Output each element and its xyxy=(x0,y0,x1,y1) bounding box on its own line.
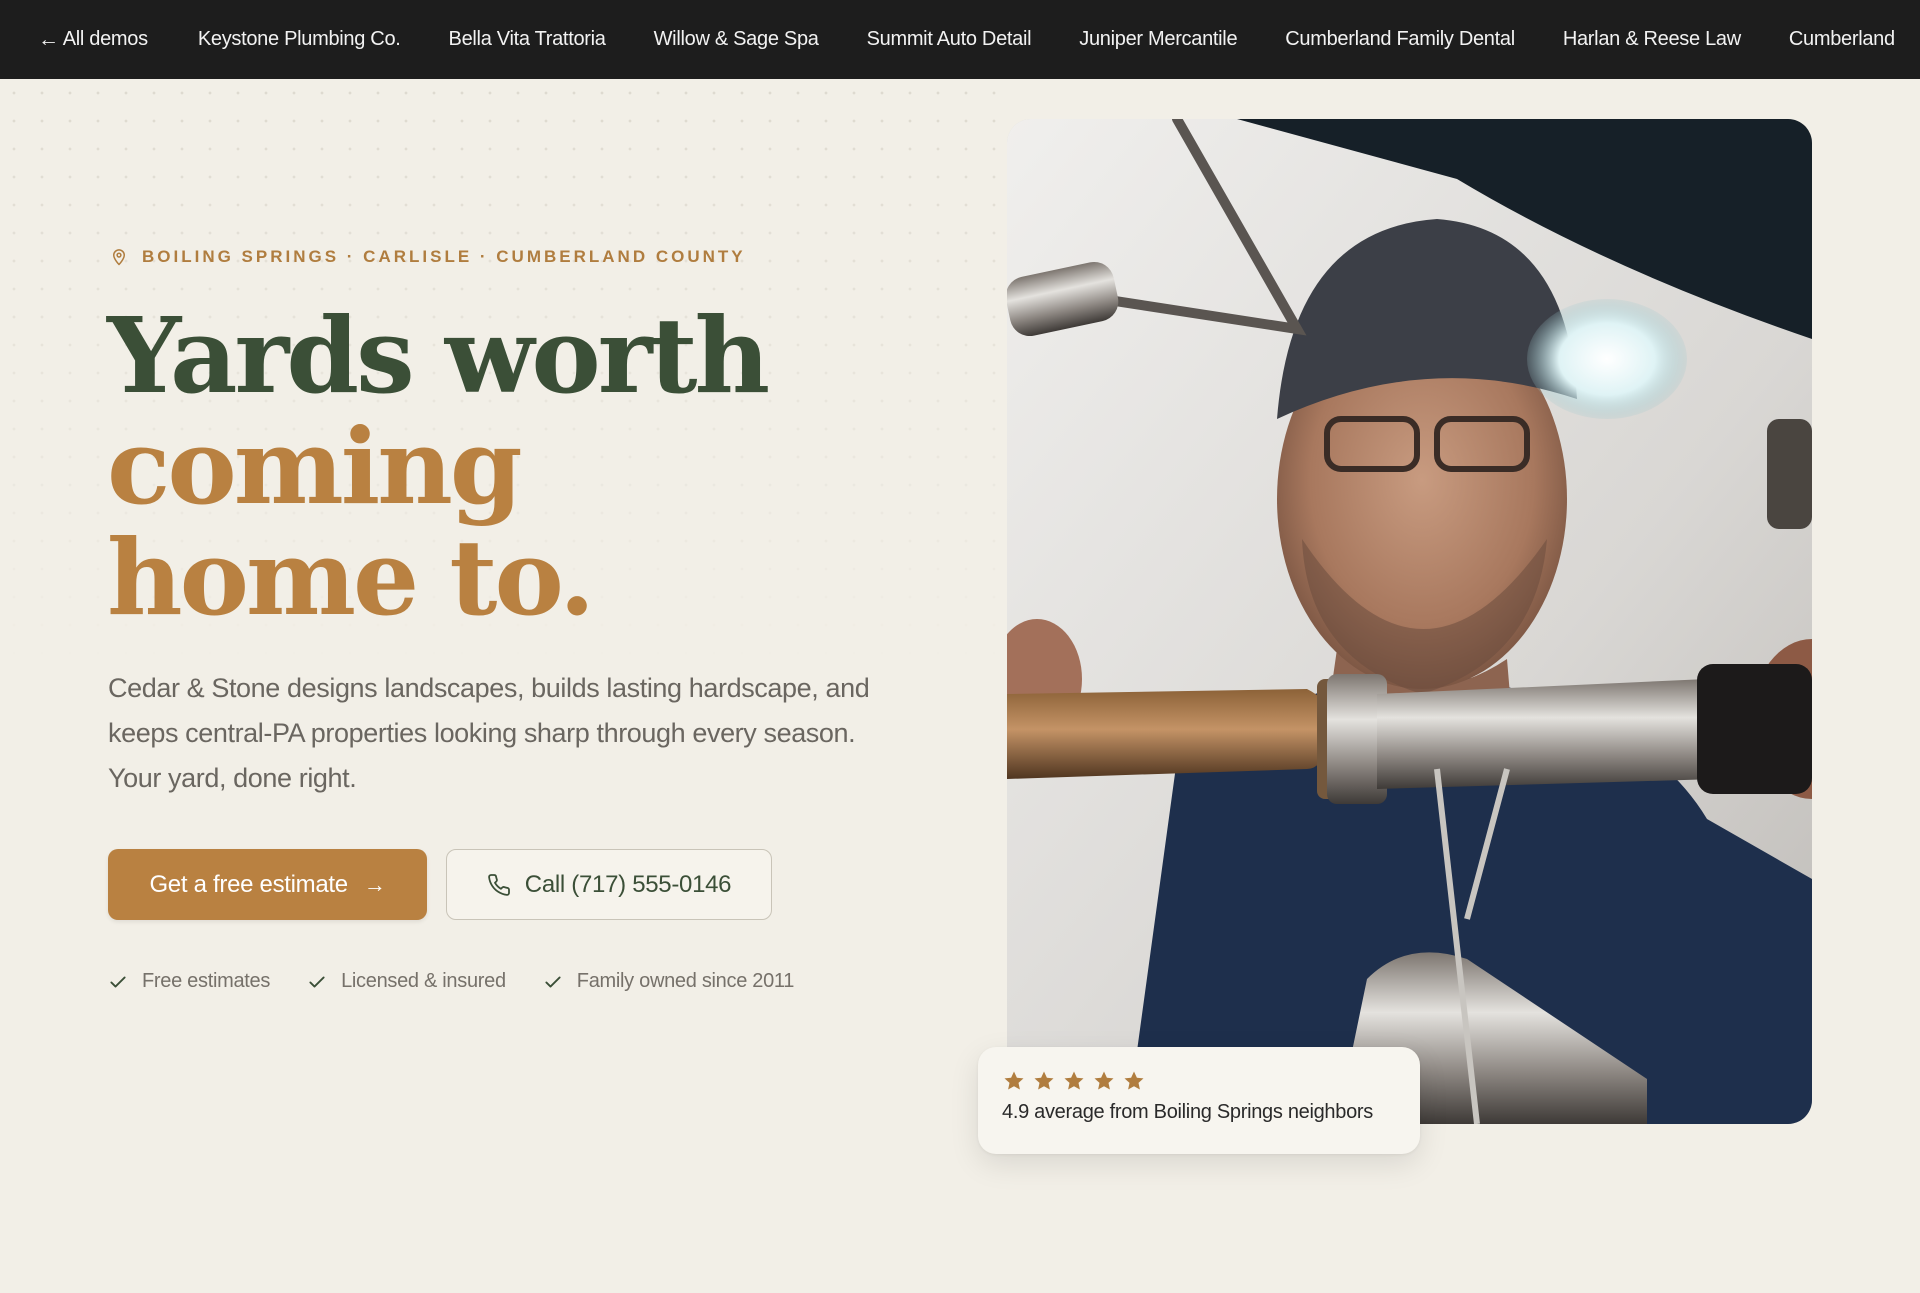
demo-nav-bar: ← All demos Keystone Plumbing Co. Bella … xyxy=(0,0,1920,79)
star-icon xyxy=(1004,1071,1024,1090)
location-text: BOILING SPRINGS · CARLISLE · CUMBERLAND … xyxy=(142,247,746,266)
phone-icon xyxy=(487,873,510,896)
nav-item-bella-vita[interactable]: Bella Vita Trattoria xyxy=(449,28,606,51)
star-icon xyxy=(1094,1071,1114,1090)
rating-summary: 4.9 average from Boiling Springs neighbo… xyxy=(1002,1101,1373,1123)
star-icon xyxy=(1034,1071,1054,1090)
star-icon xyxy=(1124,1071,1144,1090)
arrow-left-icon: ← xyxy=(38,27,59,51)
headline-line-1: Yards worth xyxy=(107,294,770,417)
nav-item-cumberland-overflow[interactable]: Cumberland xyxy=(1789,28,1895,51)
check-icon xyxy=(309,976,325,987)
trust-item: Family owned since 2011 xyxy=(543,970,794,993)
trust-item: Free estimates xyxy=(108,970,270,993)
star-rating xyxy=(1002,1069,1396,1093)
check-icon xyxy=(110,976,126,987)
free-estimate-label: Get a free estimate xyxy=(149,870,348,898)
trust-item-label: Licensed & insured xyxy=(341,970,506,992)
map-pin-icon xyxy=(113,249,125,266)
free-estimate-button[interactable]: Get a free estimate → xyxy=(108,849,427,920)
all-demos-link[interactable]: ← All demos xyxy=(38,28,148,52)
rating-card: 4.9 average from Boiling Springs neighbo… xyxy=(978,1047,1420,1154)
hero-photo xyxy=(1007,119,1812,1124)
location-eyebrow: BOILING SPRINGS · CARLISLE · CUMBERLAND … xyxy=(110,247,746,267)
trust-badges: Free estimates Licensed & insured Family… xyxy=(108,970,831,993)
nav-item-keystone-plumbing[interactable]: Keystone Plumbing Co. xyxy=(198,28,401,51)
arrow-right-icon: → xyxy=(363,871,386,897)
hero-headline: Yards worth coming home to. xyxy=(107,294,770,639)
nav-item-juniper-mercantile[interactable]: Juniper Mercantile xyxy=(1079,28,1237,51)
trust-item-label: Free estimates xyxy=(142,970,271,992)
nav-item-cumberland-dental[interactable]: Cumberland Family Dental xyxy=(1285,28,1515,51)
nav-item-summit-auto[interactable]: Summit Auto Detail xyxy=(867,28,1032,51)
nav-item-willow-sage[interactable]: Willow & Sage Spa xyxy=(654,28,819,51)
call-phone-label: Call (717) 555-0146 xyxy=(524,870,732,898)
headline-line-2: coming xyxy=(107,405,523,528)
hero-description: Cedar & Stone designs landscapes, builds… xyxy=(108,673,870,793)
headline-line-3: home to. xyxy=(107,516,595,639)
craftsman-photo-illustration xyxy=(1007,119,1812,1124)
nav-item-harlan-reese[interactable]: Harlan & Reese Law xyxy=(1563,28,1741,51)
call-phone-button[interactable]: Call (717) 555-0146 xyxy=(446,849,772,920)
star-icon xyxy=(1064,1071,1084,1090)
trust-item: Licensed & insured xyxy=(307,970,506,993)
trust-item-label: Family owned since 2011 xyxy=(576,970,795,992)
check-icon xyxy=(545,976,561,987)
all-demos-label: All demos xyxy=(62,28,148,50)
